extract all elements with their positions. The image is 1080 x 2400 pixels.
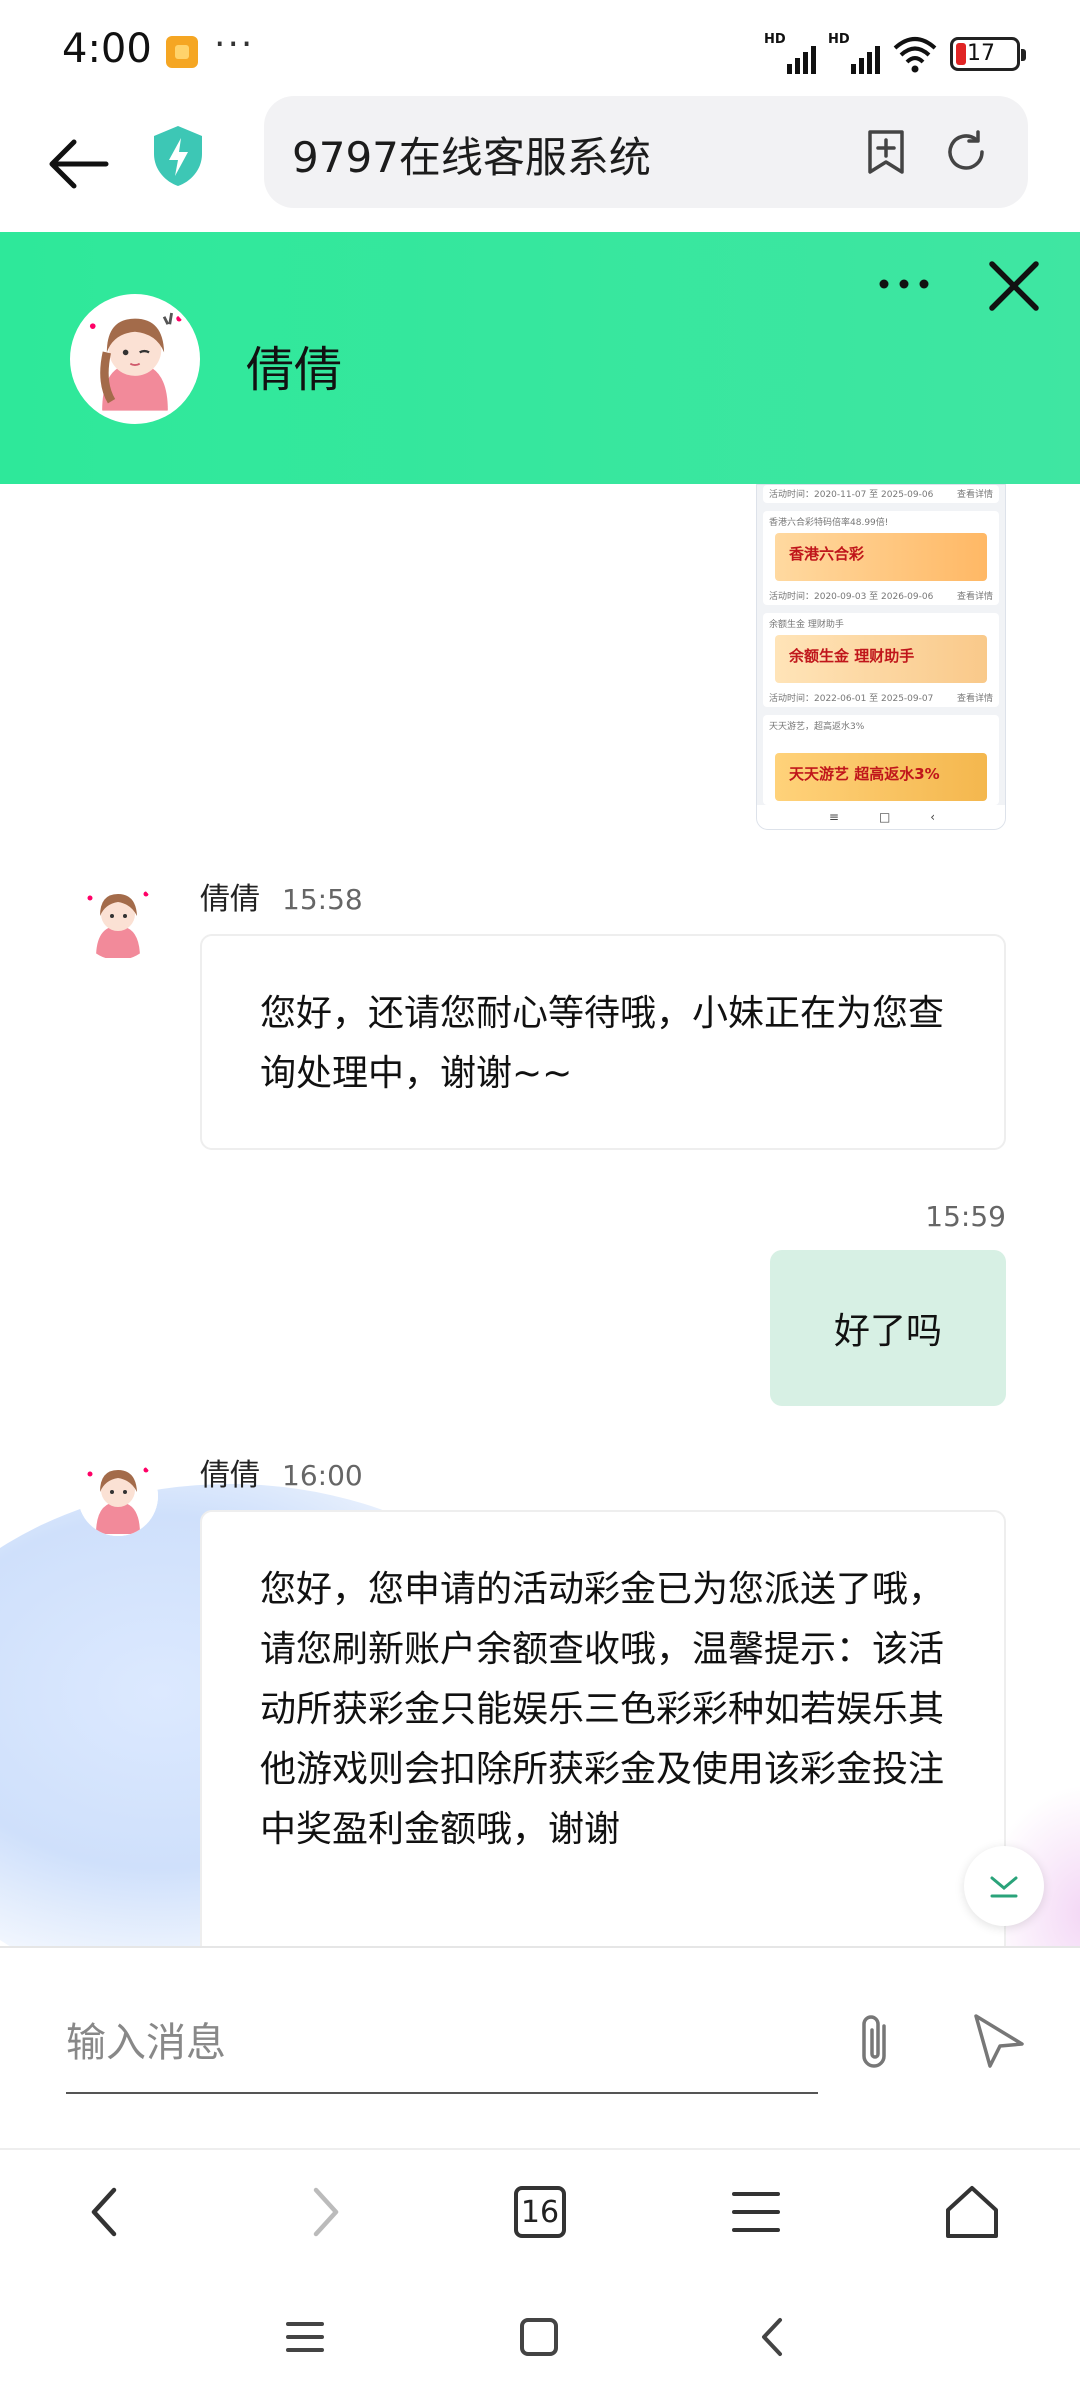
- message-bubble-self: 好了吗: [770, 1250, 1006, 1406]
- status-bar: 4:00 ··· HD HD 17: [0, 0, 1080, 96]
- send-icon[interactable]: [968, 2010, 1028, 2070]
- more-icon[interactable]: [876, 272, 932, 296]
- message-bubble: 您好，您申请的活动彩金已为您派送了哦，请您刷新账户余额查收哦，温馨提示：该活动所…: [200, 1510, 1006, 1946]
- agent-avatar-small: [78, 880, 158, 960]
- refresh-icon[interactable]: [942, 128, 990, 176]
- browser-bottom-nav: 16: [0, 2148, 1080, 2270]
- home-square-icon[interactable]: [514, 2312, 564, 2362]
- chat-header: 倩倩: [0, 232, 1080, 484]
- message-time: 16:00: [282, 1459, 363, 1492]
- signal-2-icon: HD: [828, 32, 880, 74]
- image-message[interactable]: 活动时间：2020-11-07 至 2025-09-06 查看详情 香港六合彩特…: [756, 484, 1006, 830]
- agent-name: 倩倩: [246, 342, 343, 398]
- promo-row: 活动时间：2020-11-07 至 2025-09-06 查看详情: [763, 485, 999, 503]
- chat-messages[interactable]: 活动时间：2020-11-07 至 2025-09-06 查看详情 香港六合彩特…: [0, 484, 1080, 1946]
- agent-avatar-small: [78, 1456, 158, 1536]
- tabs-count: 16: [514, 2186, 566, 2238]
- message-bubble: 您好，还请您耐心等待哦，小妹正在为您查询处理中，谢谢~~: [200, 934, 1006, 1150]
- message-composer: [0, 1946, 1080, 2148]
- signal-1-icon: HD: [764, 32, 816, 74]
- tabs-icon[interactable]: 16: [514, 2186, 578, 2250]
- address-bar[interactable]: 9797在线客服系统: [264, 96, 1028, 208]
- page-title[interactable]: 9797在线客服系统: [292, 124, 651, 185]
- shield-bolt-icon[interactable]: [150, 124, 206, 188]
- recents-icon[interactable]: [280, 2312, 330, 2362]
- preview-nav-bar: ≡ □ ‹: [757, 805, 1005, 829]
- status-indicators: HD HD 17: [764, 32, 1026, 74]
- gallery-notification-icon: [166, 36, 198, 68]
- browser-toolbar: 9797在线客服系统: [0, 96, 1080, 232]
- agent-avatar: [70, 294, 200, 424]
- message-meta: 倩倩 16:00: [200, 1450, 363, 1494]
- more-notifications-icon: ···: [214, 24, 255, 65]
- system-nav-bar: [0, 2270, 1080, 2400]
- close-icon[interactable]: [984, 256, 1044, 316]
- promo-row: 余额生金 理财助手 余额生金 理财助手 活动时间：2022-06-01 至 20…: [763, 613, 999, 707]
- back-arrow-icon[interactable]: [46, 136, 110, 192]
- attachment-icon[interactable]: [848, 2012, 904, 2076]
- battery-icon: 17: [950, 37, 1026, 71]
- chevron-down-icon: [990, 1876, 1018, 1898]
- sender-name: 倩倩: [200, 1458, 260, 1493]
- message-time: 15:59: [925, 1200, 1006, 1233]
- promo-row: 香港六合彩特码倍率48.99倍! 香港六合彩 活动时间：2020-09-03 至…: [763, 511, 999, 605]
- status-time: 4:00: [62, 26, 152, 72]
- promo-row: 天天游艺，超高返水3% 天天游艺 超高返水3%: [763, 715, 999, 805]
- message-meta: 倩倩 15:58: [200, 874, 363, 918]
- battery-level: 17: [967, 41, 995, 66]
- battery-level-fill: [956, 43, 966, 65]
- message-input[interactable]: [66, 1994, 818, 2094]
- scroll-to-bottom-button[interactable]: [964, 1846, 1044, 1926]
- menu-icon[interactable]: [724, 2180, 788, 2244]
- sender-name: 倩倩: [200, 882, 260, 917]
- message-time: 15:58: [282, 883, 363, 916]
- back-chevron-icon[interactable]: [748, 2312, 798, 2362]
- home-icon[interactable]: [940, 2180, 1004, 2244]
- bookmark-add-icon[interactable]: [862, 128, 910, 176]
- back-icon[interactable]: [74, 2180, 138, 2244]
- wifi-icon: [893, 37, 937, 73]
- forward-icon: [313, 2187, 339, 2237]
